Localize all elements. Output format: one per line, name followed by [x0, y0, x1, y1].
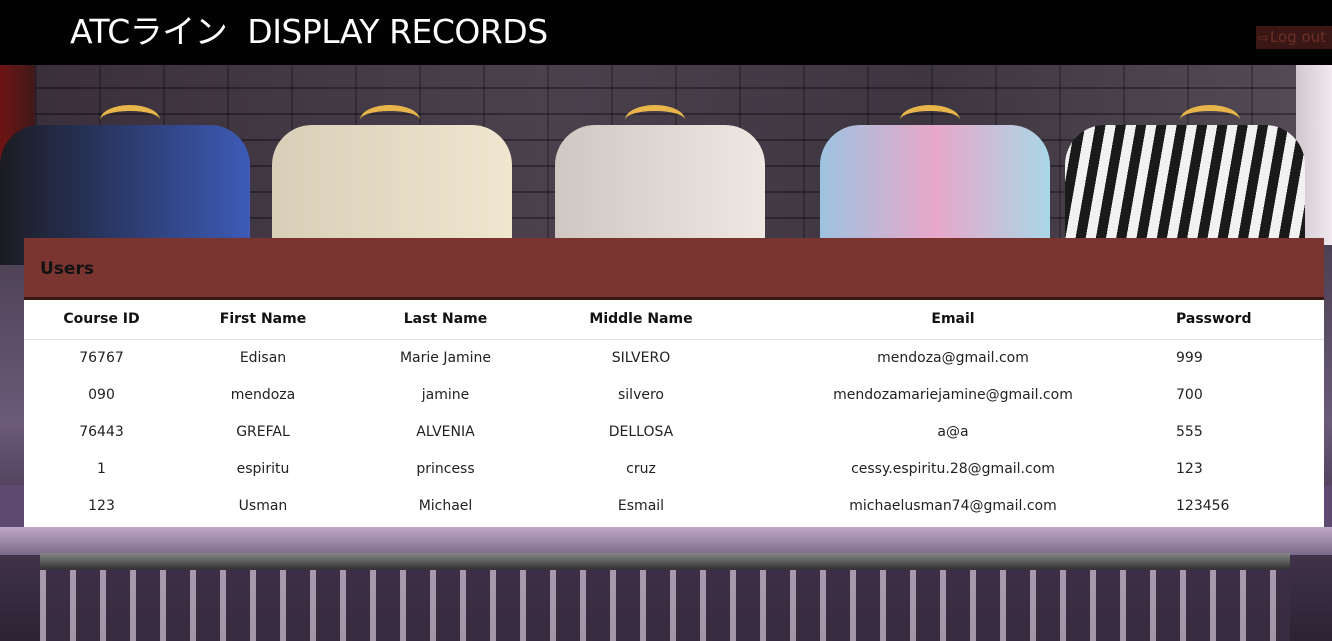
cell-middle-name: Esmail — [617, 497, 665, 514]
cell-middle-name: DELLOSA — [608, 423, 674, 440]
column-header-password[interactable]: Password — [1168, 300, 1324, 340]
cell-middle-name: silvero — [618, 386, 664, 403]
cell-last-name: Michael — [418, 497, 473, 514]
cell-first-name: mendoza — [230, 386, 296, 403]
column-header-middle-name[interactable]: Middle Name — [544, 300, 738, 340]
users-table: Course ID First Name Last Name Middle Na… — [24, 300, 1324, 524]
table-row: 76443 GREFAL ALVENIA DELLOSA a@a 555 — [24, 413, 1324, 450]
brand-name: ATCライン — [70, 12, 228, 51]
table-row: 76767 Edisan Marie Jamine SILVERO mendoz… — [24, 339, 1324, 376]
table-row: 090 mendoza jamine silvero mendozamariej… — [24, 376, 1324, 413]
column-header-last-name[interactable]: Last Name — [347, 300, 544, 340]
cell-first-name: espiritu — [236, 460, 290, 477]
cell-email: mendoza@gmail.com — [877, 349, 1029, 366]
table-row: 1 espiritu princess cruz cessy.espiritu.… — [24, 450, 1324, 487]
app-brand: ATCライン DISPLAY RECORDS — [70, 12, 548, 52]
cell-first-name: GREFAL — [236, 423, 290, 440]
cell-password: 700 — [1176, 386, 1203, 403]
cell-course-id: 123 — [88, 497, 115, 514]
cell-last-name: princess — [416, 460, 475, 477]
cell-email: cessy.espiritu.28@gmail.com — [851, 460, 1055, 477]
table-header-row: Course ID First Name Last Name Middle Na… — [24, 300, 1324, 340]
column-header-course-id[interactable]: Course ID — [24, 300, 179, 340]
cell-email: michaelusman74@gmail.com — [849, 497, 1057, 514]
cell-course-id: 76767 — [79, 349, 124, 366]
cell-first-name: Usman — [238, 497, 288, 514]
cell-course-id: 090 — [88, 386, 115, 403]
column-header-first-name[interactable]: First Name — [179, 300, 347, 340]
cell-password: 999 — [1176, 349, 1203, 366]
cell-password: 123 — [1176, 460, 1203, 477]
cell-first-name: Edisan — [239, 349, 287, 366]
logout-button[interactable]: ⇨Log out — [1256, 26, 1332, 49]
logout-label: Log out — [1269, 28, 1327, 46]
users-card-title: Users — [40, 259, 94, 279]
page-title: DISPLAY RECORDS — [247, 12, 548, 51]
table-row: 123 Usman Michael Esmail michaelusman74@… — [24, 487, 1324, 524]
cell-last-name: ALVENIA — [416, 423, 475, 440]
logout-icon: ⇨ — [1258, 31, 1269, 46]
cell-last-name: Marie Jamine — [399, 349, 492, 366]
cell-course-id: 76443 — [79, 423, 124, 440]
cell-password: 555 — [1176, 423, 1203, 440]
cell-email: a@a — [937, 423, 969, 440]
users-card: Users Course ID First Name Last Name Mid… — [24, 238, 1324, 527]
cell-middle-name: cruz — [626, 460, 656, 477]
cell-middle-name: SILVERO — [611, 349, 671, 366]
users-card-header: Users — [24, 238, 1324, 300]
column-header-email[interactable]: Email — [738, 300, 1168, 340]
top-navbar: ATCライン DISPLAY RECORDS ⇨Log out — [0, 0, 1332, 65]
cell-last-name: jamine — [421, 386, 470, 403]
cell-password: 123456 — [1176, 497, 1230, 514]
cell-email: mendozamariejamine@gmail.com — [833, 386, 1073, 403]
cell-course-id: 1 — [97, 460, 106, 477]
